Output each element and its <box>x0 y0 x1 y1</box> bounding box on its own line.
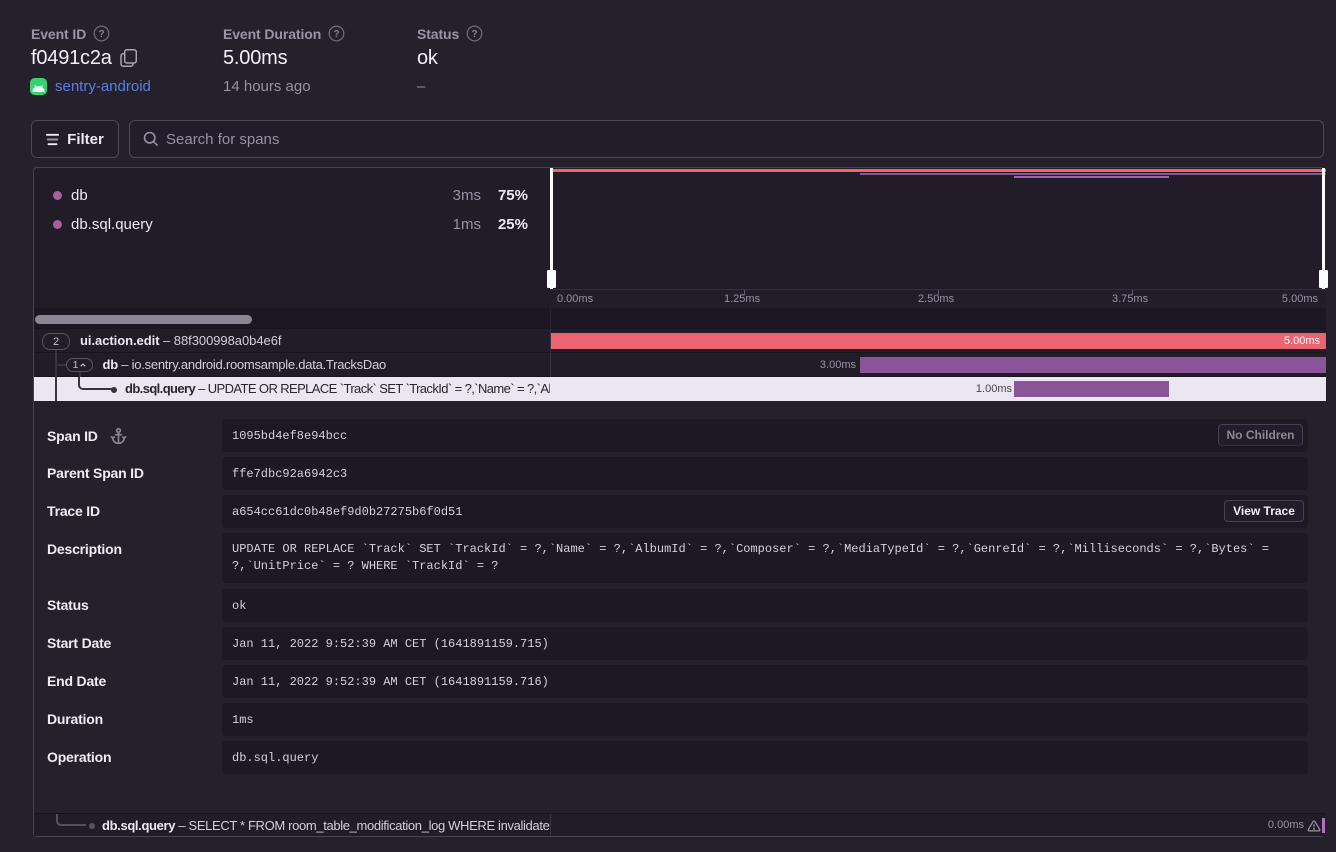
svg-text:?: ? <box>334 29 340 40</box>
svg-text:?: ? <box>472 29 478 40</box>
svg-text:?: ? <box>99 29 105 40</box>
